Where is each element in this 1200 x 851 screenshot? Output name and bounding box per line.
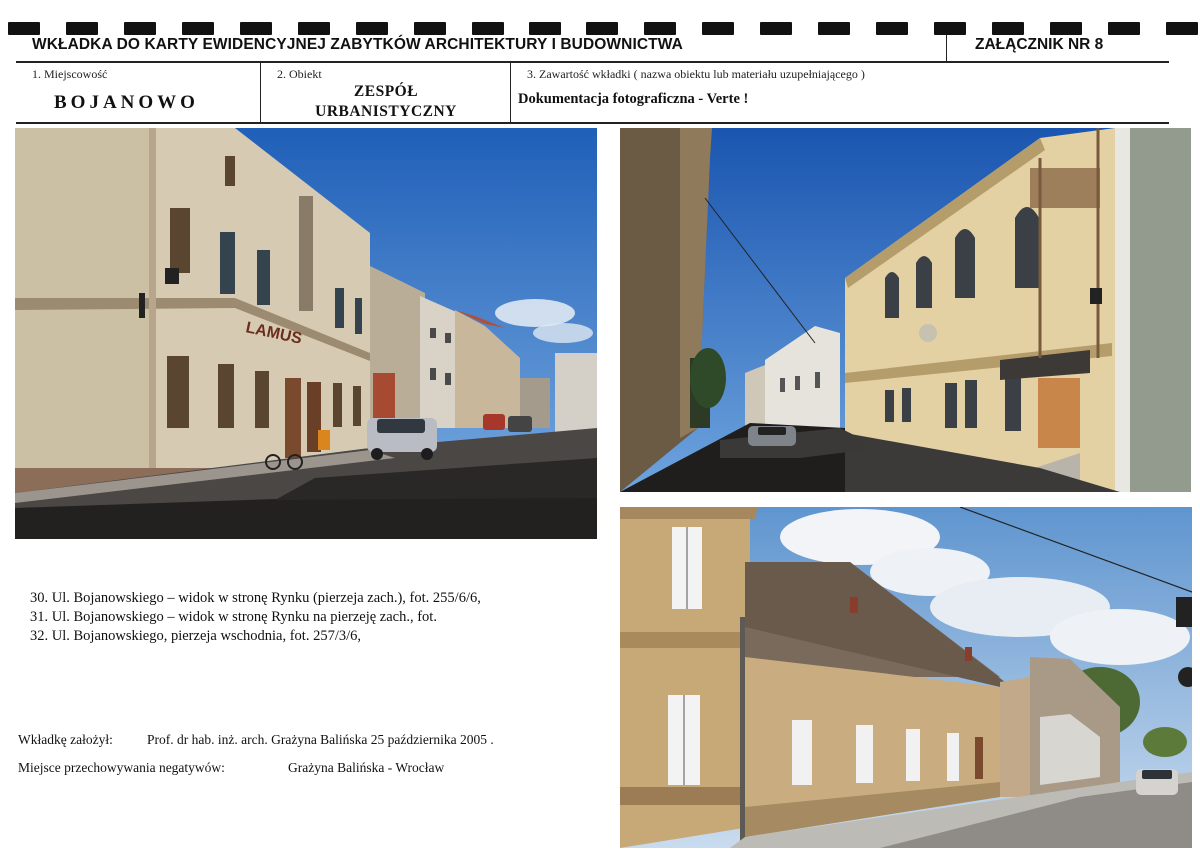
field-place-label: 1. Miejscowość — [32, 67, 108, 81]
field-content-value: Dokumentacja fotograficzna - Verte ! — [518, 91, 749, 107]
street-photo-32-icon — [620, 507, 1192, 848]
field-object: 2. Obiekt ZESPÓŁ URBANISTYCZNY — [261, 62, 511, 122]
field-content-label: 3. Zawartość wkładki ( nazwa obiektu lub… — [527, 67, 865, 81]
top-dash-border — [8, 22, 1198, 35]
field-object-value: ZESPÓŁ URBANISTYCZNY — [261, 82, 511, 122]
fields-row: 1. Miejscowość BOJANOWO 2. Obiekt ZESPÓŁ… — [16, 62, 1169, 122]
field-object-value-line2: URBANISTYCZNY — [315, 103, 457, 120]
field-place-value: BOJANOWO — [54, 92, 199, 113]
caption-30: 30. Ul. Bojanowskiego – widok w stronę R… — [30, 590, 481, 606]
field-object-label: 2. Obiekt — [277, 67, 322, 81]
caption-32: 32. Ul. Bojanowskiego, pierzeja wschodni… — [30, 628, 362, 644]
attachment-number: ZAŁĄCZNIK NR 8 — [975, 36, 1104, 53]
street-photo-31-icon — [620, 128, 1191, 492]
storage-value: Grażyna Balińska - Wrocław — [288, 760, 445, 775]
field-object-value-line1: ZESPÓŁ — [353, 83, 419, 100]
photo-captions: 30. Ul. Bojanowskiego – widok w stronę R… — [30, 589, 481, 646]
field-place: 1. Miejscowość BOJANOWO — [16, 62, 260, 122]
caption-31: 31. Ul. Bojanowskiego – widok w stronę R… — [30, 609, 437, 625]
fields-rule — [16, 122, 1169, 124]
header: WKŁADKA DO KARTY EWIDENCYJNEJ ZABYTKÓW A… — [0, 35, 1200, 61]
founder-value: Prof. dr hab. inż. arch. Grażyna Balińsk… — [147, 732, 494, 747]
header-divider — [946, 35, 947, 61]
founder-label: Wkładkę założył: — [18, 732, 113, 747]
field-content: 3. Zawartość wkładki ( nazwa obiektu lub… — [511, 62, 1169, 122]
storage-label: Miejsce przechowywania negatywów: — [18, 760, 225, 775]
form-title: WKŁADKA DO KARTY EWIDENCYJNEJ ZABYTKÓW A… — [32, 36, 683, 53]
street-photo-30-icon: LAMUS — [15, 128, 597, 539]
founder-row: Wkładkę założył: — [18, 732, 113, 748]
